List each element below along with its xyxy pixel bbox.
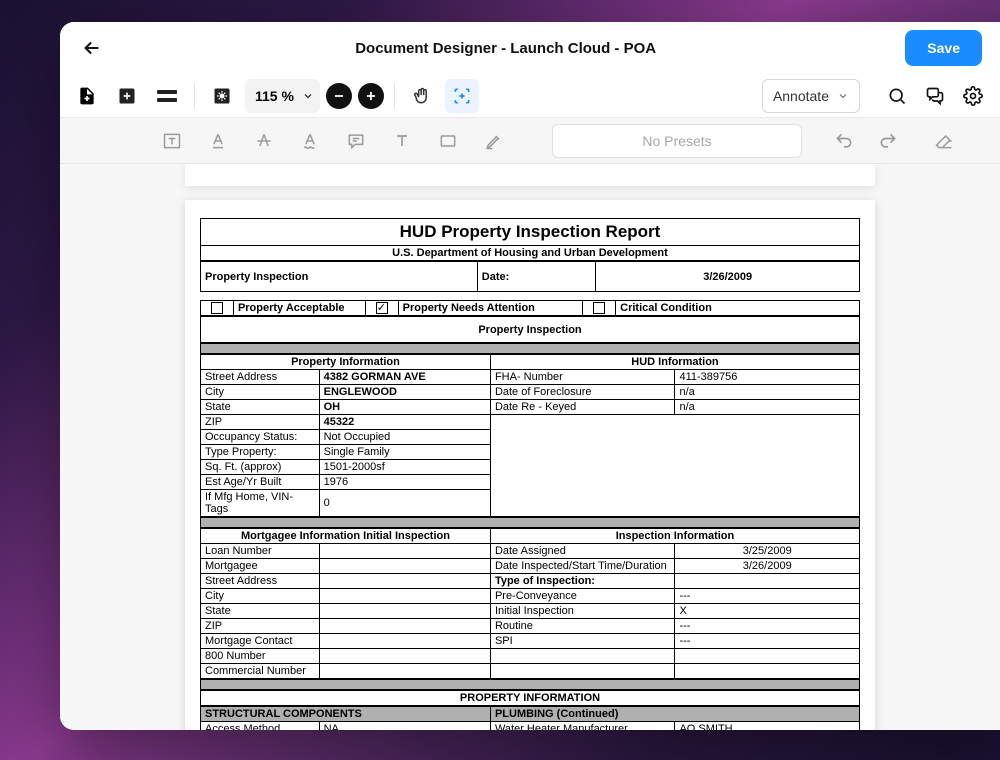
structural-plumbing-table: STRUCTURAL COMPONENTS PLUMBING (Continue… — [200, 706, 860, 730]
zoom-in-button[interactable] — [358, 83, 384, 109]
doc-subtitle: U.S. Department of Housing and Urban Dev… — [200, 245, 860, 261]
comments-button[interactable] — [918, 79, 952, 113]
text-tool[interactable] — [384, 124, 420, 158]
plus-square-icon — [117, 86, 137, 106]
minus-icon — [332, 89, 346, 103]
text-t-icon — [392, 131, 412, 151]
document-settings-button[interactable] — [205, 79, 239, 113]
document-page: HUD Property Inspection Report U.S. Depa… — [185, 200, 875, 730]
status-table: Property Acceptable Property Needs Atten… — [200, 300, 860, 316]
date-value: 3/26/2009 — [596, 262, 860, 292]
hand-icon — [412, 86, 432, 106]
gear-box-icon — [212, 86, 232, 106]
app-window: Document Designer - Launch Cloud - POA S… — [60, 22, 1000, 730]
redo-icon — [878, 131, 898, 151]
highlighter-icon — [484, 131, 504, 151]
select-tool-button[interactable] — [445, 79, 479, 113]
new-document-button[interactable] — [70, 79, 104, 113]
chevron-down-icon — [302, 90, 314, 102]
underline-a-icon — [208, 131, 228, 151]
primary-toolbar: 115 % Annotate — [60, 74, 1000, 118]
annotate-label: Annotate — [773, 88, 829, 104]
text-box-icon — [162, 131, 182, 151]
page-edge — [185, 164, 875, 186]
arrow-left-icon — [81, 37, 103, 59]
settings-button[interactable] — [956, 79, 990, 113]
pi-label: Property Inspection — [201, 262, 478, 292]
zoom-label: 115 % — [251, 88, 298, 104]
text-underline-tool[interactable] — [200, 124, 236, 158]
document-viewport[interactable]: HUD Property Inspection Report U.S. Depa… — [60, 164, 1000, 730]
undo-icon — [834, 131, 854, 151]
pan-tool-button[interactable] — [405, 79, 439, 113]
redo-button[interactable] — [870, 124, 906, 158]
mortgagee-inspection-table: Mortgagee Information Initial Inspection… — [200, 528, 860, 679]
zoom-control[interactable]: 115 % — [245, 79, 320, 113]
date-row-table: Property Inspection Date: 3/26/2009 — [200, 261, 860, 292]
search-icon — [887, 86, 907, 106]
gear-icon — [963, 86, 983, 106]
secondary-toolbar: No Presets — [60, 118, 1000, 164]
preset-selector[interactable]: No Presets — [552, 124, 802, 158]
plus-icon — [364, 89, 378, 103]
annotate-dropdown[interactable]: Annotate — [762, 79, 860, 113]
strikethrough-a-icon — [254, 131, 274, 151]
highlight-tool[interactable] — [476, 124, 512, 158]
undo-redo-group — [826, 124, 906, 158]
preset-placeholder: No Presets — [642, 133, 711, 149]
add-page-button[interactable] — [110, 79, 144, 113]
property-hud-table: Property Information HUD Information Str… — [200, 354, 860, 517]
file-plus-icon — [77, 86, 97, 106]
rows-icon — [157, 90, 177, 102]
squiggly-tool[interactable] — [292, 124, 328, 158]
separator — [394, 83, 395, 109]
chevron-down-icon — [837, 90, 849, 102]
text-box-tool[interactable] — [154, 124, 190, 158]
section-label-table: Property Inspection — [200, 316, 860, 343]
selection-icon — [452, 86, 472, 106]
rectangle-icon — [438, 131, 458, 151]
shade-row — [200, 343, 860, 354]
date-label: Date: — [477, 262, 596, 292]
separator — [194, 83, 195, 109]
page-title: Document Designer - Launch Cloud - POA — [106, 40, 905, 57]
comments-icon — [925, 86, 945, 106]
eraser-tool[interactable] — [926, 124, 962, 158]
back-button[interactable] — [78, 34, 106, 62]
undo-button[interactable] — [826, 124, 862, 158]
zoom-out-button[interactable] — [326, 83, 352, 109]
search-button[interactable] — [880, 79, 914, 113]
squiggly-a-icon — [300, 131, 320, 151]
comment-tool[interactable] — [338, 124, 374, 158]
rectangle-tool[interactable] — [430, 124, 466, 158]
doc-title: HUD Property Inspection Report — [200, 218, 860, 245]
comment-icon — [346, 131, 366, 151]
toolbar-right-group — [880, 79, 990, 113]
strikethrough-tool[interactable] — [246, 124, 282, 158]
save-button[interactable]: Save — [905, 30, 982, 66]
layout-rows-button[interactable] — [150, 79, 184, 113]
header-bar: Document Designer - Launch Cloud - POA S… — [60, 22, 1000, 74]
eraser-icon — [934, 131, 954, 151]
